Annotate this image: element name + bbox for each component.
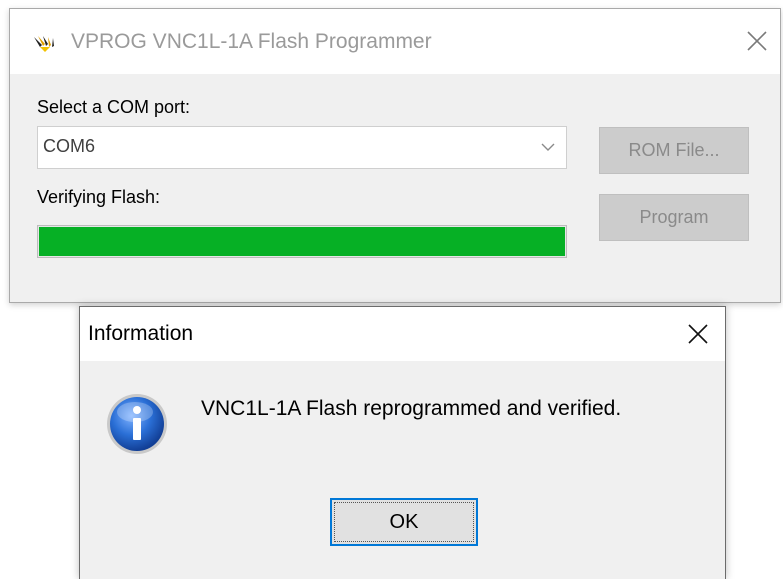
dialog-message: VNC1L-1A Flash reprogrammed and verified… bbox=[201, 397, 622, 420]
rom-file-button[interactable]: ROM File... bbox=[599, 127, 749, 174]
progress-fill bbox=[39, 227, 565, 256]
window-title: VPROG VNC1L-1A Flash Programmer bbox=[71, 30, 432, 53]
info-icon bbox=[107, 394, 167, 454]
com-port-select[interactable]: COM6 bbox=[37, 126, 567, 169]
title-bar: VPROG VNC1L-1A Flash Programmer bbox=[10, 9, 780, 74]
com-port-label: Select a COM port: bbox=[37, 97, 191, 117]
ok-button[interactable]: OK bbox=[330, 498, 478, 546]
dialog-close-icon[interactable] bbox=[685, 321, 711, 347]
dialog-title: Information bbox=[88, 322, 194, 345]
status-label: Verifying Flash: bbox=[37, 187, 161, 207]
information-dialog: Information VNC1L-1A Flash reprogrammed … bbox=[79, 306, 726, 579]
main-window: VPROG VNC1L-1A Flash Programmer Select a… bbox=[9, 8, 781, 303]
dialog-title-bar: Information bbox=[80, 307, 725, 361]
close-icon[interactable] bbox=[742, 26, 772, 56]
com-port-value: COM6 bbox=[43, 136, 96, 156]
chevron-down-icon bbox=[541, 143, 555, 151]
program-button[interactable]: Program bbox=[599, 194, 749, 241]
app-logo-icon bbox=[34, 36, 54, 52]
ok-focus-rect bbox=[334, 502, 474, 542]
progress-bar bbox=[37, 225, 567, 258]
